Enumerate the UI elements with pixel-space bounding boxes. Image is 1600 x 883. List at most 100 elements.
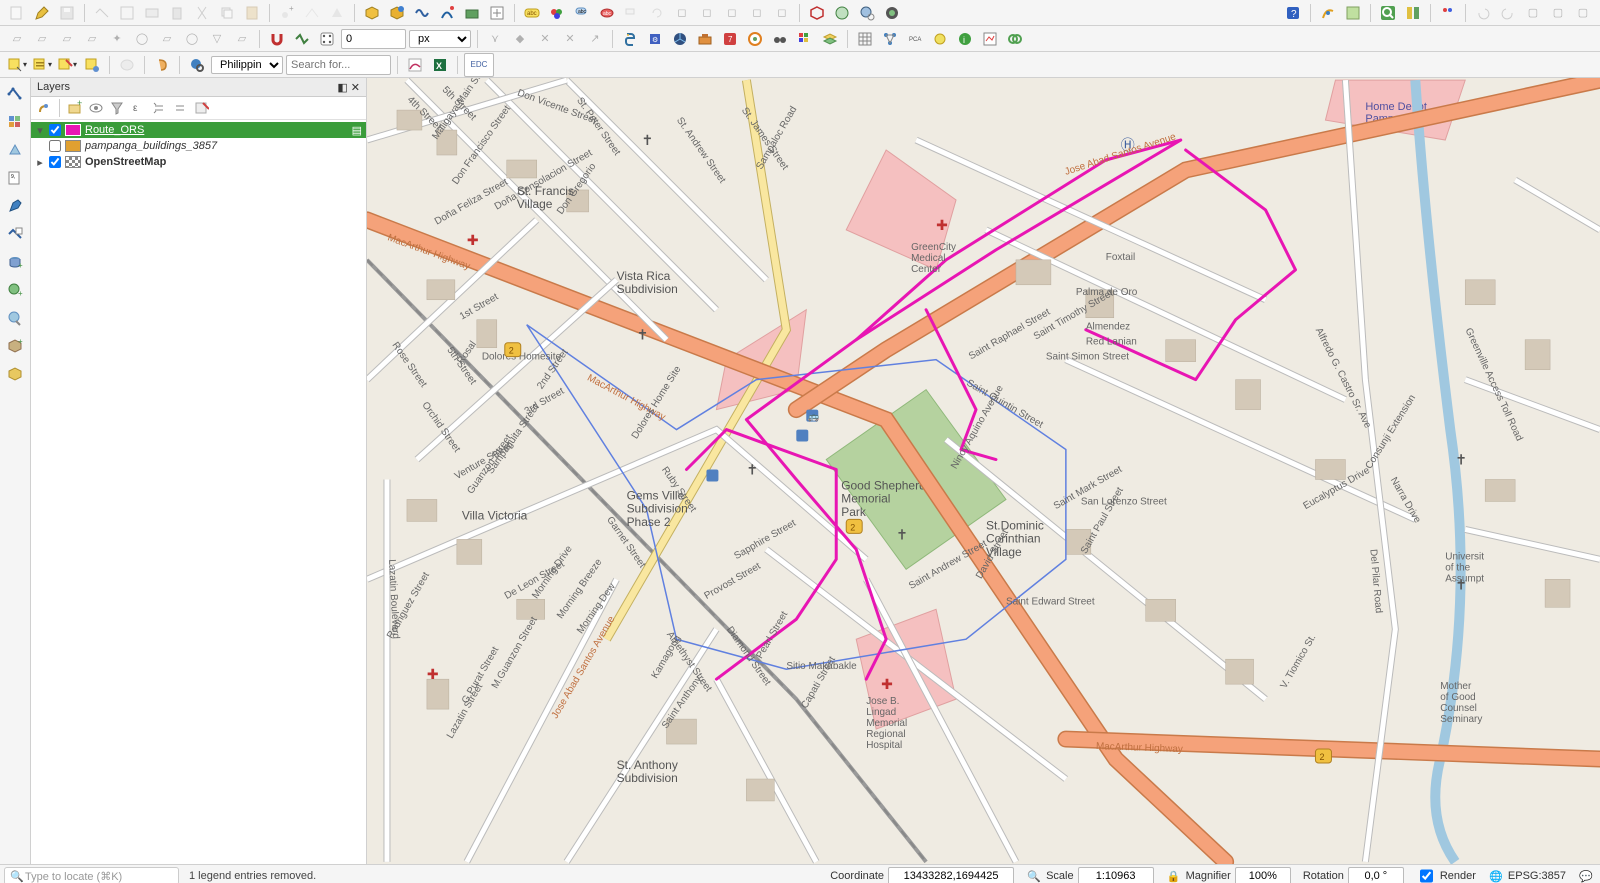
new-memory-layer-icon[interactable]: [461, 2, 483, 24]
geopackage-icon[interactable]: [386, 2, 408, 24]
chevron-right-icon[interactable]: ▸: [35, 156, 45, 169]
locator-input[interactable]: 🔍 Type to locate (⌘K): [4, 867, 179, 883]
snap-unit-select[interactable]: px: [409, 30, 471, 48]
layout-3-icon[interactable]: ▢: [1572, 2, 1594, 24]
raster-stats-icon[interactable]: [794, 28, 816, 50]
geopackage-2-icon[interactable]: [3, 362, 27, 386]
info-icon[interactable]: i: [954, 28, 976, 50]
plugin-orange-icon[interactable]: [744, 28, 766, 50]
pen-tool-icon[interactable]: [3, 194, 27, 218]
layer-pampanga-buildings[interactable]: pampanga_buildings_3857: [31, 138, 366, 154]
select-yellow-icon[interactable]: ▾: [6, 54, 28, 76]
new-geopackage-icon[interactable]: [361, 2, 383, 24]
expand-all-icon[interactable]: [150, 99, 168, 117]
undo-icon[interactable]: [1472, 2, 1494, 24]
add-raster-layer-icon[interactable]: [3, 110, 27, 134]
plugin-red-icon[interactable]: 7: [719, 28, 741, 50]
layer-style-icon[interactable]: [35, 99, 53, 117]
add-polygon-icon[interactable]: [326, 2, 348, 24]
add-point-icon[interactable]: +: [276, 2, 298, 24]
python-icon[interactable]: [619, 28, 641, 50]
dataplotly-icon[interactable]: [404, 54, 426, 76]
add-wms-layer-icon[interactable]: +: [3, 278, 27, 302]
digitize-tool-7-icon[interactable]: ▱: [156, 28, 178, 50]
label-abc-icon[interactable]: abc: [521, 2, 543, 24]
render-checkbox[interactable]: [1420, 869, 1433, 883]
new-mesh-icon[interactable]: [116, 2, 138, 24]
rotation-input[interactable]: [1348, 867, 1404, 883]
plugin-manager-icon[interactable]: [1402, 2, 1424, 24]
digitize-tool-2-icon[interactable]: ▱: [31, 28, 53, 50]
search-icon-green[interactable]: [1377, 2, 1399, 24]
plugin-2-icon[interactable]: [1342, 2, 1364, 24]
binoculars-icon[interactable]: [769, 28, 791, 50]
osm-download-icon[interactable]: [831, 2, 853, 24]
save-icon[interactable]: [56, 2, 78, 24]
messages-button[interactable]: 💬: [1572, 868, 1600, 883]
digitize-tool-8-icon[interactable]: ◯: [181, 28, 203, 50]
plugin-1-icon[interactable]: [1317, 2, 1339, 24]
digitize-tool-1-icon[interactable]: ▱: [6, 28, 28, 50]
crs-field[interactable]: 🌐 EPSG:3857: [1482, 868, 1572, 883]
add-postgis-icon[interactable]: +: [3, 250, 27, 274]
topo-4-icon[interactable]: ✕: [559, 28, 581, 50]
layers-close-icon[interactable]: ✕: [351, 81, 360, 94]
label-tool-5-icon[interactable]: ◻: [721, 2, 743, 24]
redo-icon[interactable]: [1497, 2, 1519, 24]
digitize-tool-5-icon[interactable]: ✦: [106, 28, 128, 50]
pen-curve-icon[interactable]: [436, 2, 458, 24]
add-vector-layer-icon[interactable]: [3, 82, 27, 106]
snapping-icon[interactable]: [266, 28, 288, 50]
network-icon[interactable]: [879, 28, 901, 50]
help-icon[interactable]: ?: [1282, 2, 1304, 24]
layout-icon[interactable]: ▢: [1522, 2, 1544, 24]
label-tool-3-icon[interactable]: ◻: [671, 2, 693, 24]
chevron-down-icon[interactable]: ▾: [35, 124, 45, 137]
manage-visibility-icon[interactable]: [87, 99, 105, 117]
topo-1-icon[interactable]: ⋎: [484, 28, 506, 50]
paste-icon[interactable]: [241, 2, 263, 24]
add-line-icon[interactable]: [301, 2, 323, 24]
digitize-tool-6-icon[interactable]: ◯: [131, 28, 153, 50]
label-rotate-icon[interactable]: [646, 2, 668, 24]
add-mesh-layer-icon[interactable]: [3, 138, 27, 162]
coordinate-input[interactable]: [888, 867, 1014, 883]
scale-input[interactable]: [1078, 867, 1154, 883]
label-tool-7-icon[interactable]: ◻: [771, 2, 793, 24]
select-yellow-2-icon[interactable]: ▾: [31, 54, 53, 76]
grid-icon[interactable]: [854, 28, 876, 50]
copy-icon[interactable]: [216, 2, 238, 24]
digitize-tool-4-icon[interactable]: ▱: [81, 28, 103, 50]
toolbox-icon[interactable]: [694, 28, 716, 50]
layers-undock-icon[interactable]: ◧: [337, 81, 347, 94]
select-invert-icon[interactable]: [81, 54, 103, 76]
new-project-icon[interactable]: [6, 2, 28, 24]
nominatim-icon[interactable]: [186, 54, 208, 76]
delete-icon[interactable]: [166, 2, 188, 24]
add-xyz-layer-icon[interactable]: [3, 306, 27, 330]
processing-icon[interactable]: ⚙: [644, 28, 666, 50]
cut-icon[interactable]: [191, 2, 213, 24]
quickosm-icon[interactable]: [881, 2, 903, 24]
label-red-icon[interactable]: abc: [596, 2, 618, 24]
topo-3-icon[interactable]: ✕: [534, 28, 556, 50]
digitize-tool-9-icon[interactable]: ▽: [206, 28, 228, 50]
add-virtual-layer-icon[interactable]: [3, 222, 27, 246]
add-delimited-text-icon[interactable]: 9,: [3, 166, 27, 190]
label-tool-6-icon[interactable]: ◻: [746, 2, 768, 24]
remove-layer-icon[interactable]: [192, 99, 210, 117]
geocoder-search-input[interactable]: [286, 55, 391, 75]
excel-icon[interactable]: X: [429, 54, 451, 76]
digitize-tool-3-icon[interactable]: ▱: [56, 28, 78, 50]
new-geopackage-2-icon[interactable]: +: [3, 334, 27, 358]
grass-icon[interactable]: [669, 28, 691, 50]
lock-icon[interactable]: 🔒: [1166, 868, 1182, 883]
new-shapefile-icon[interactable]: [411, 2, 433, 24]
mask-icon[interactable]: [116, 54, 138, 76]
new-vector-icon[interactable]: [91, 2, 113, 24]
layers-tree[interactable]: ▾ Route_ORS ▤ pampanga_buildings_3857 ▸ …: [31, 120, 366, 864]
virtual-layer-icon[interactable]: [486, 2, 508, 24]
layer-stack-icon[interactable]: [819, 28, 841, 50]
plugin-dot-icon[interactable]: [1437, 2, 1459, 24]
layer-route-ors-checkbox[interactable]: [49, 124, 61, 136]
